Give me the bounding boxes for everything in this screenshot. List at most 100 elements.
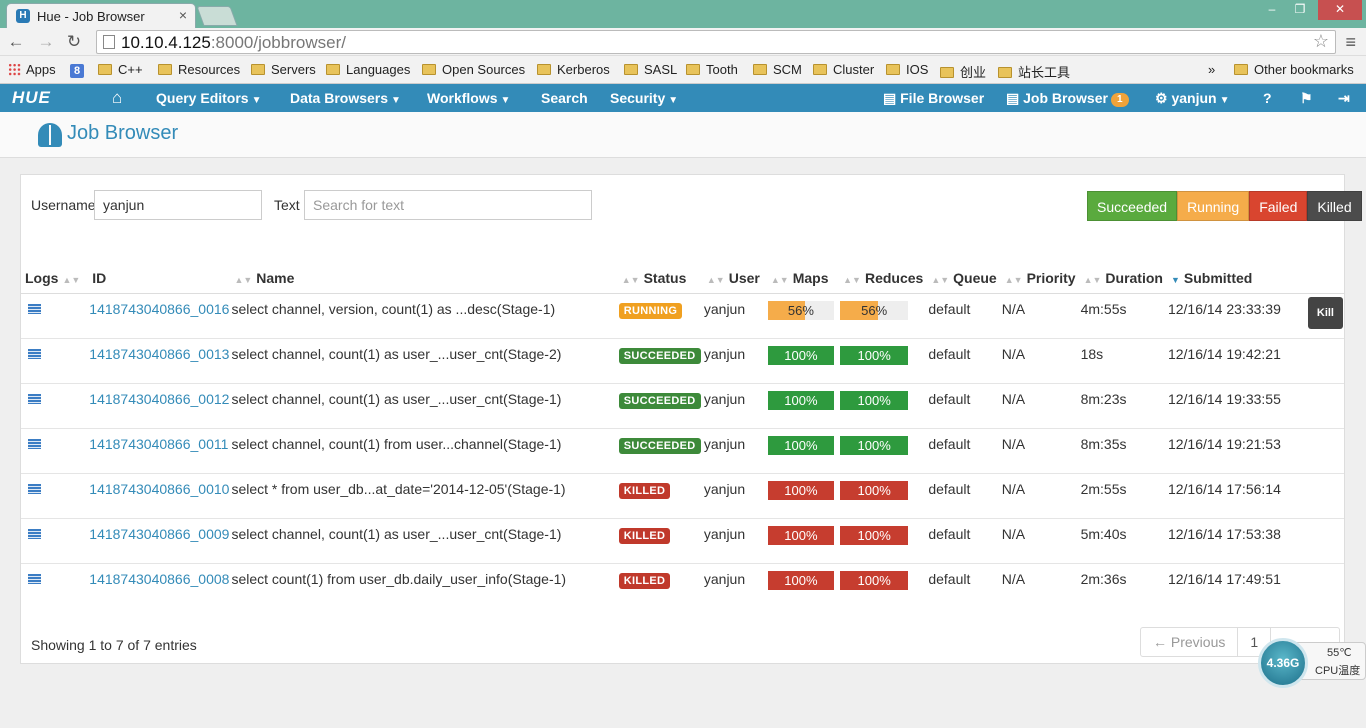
log-icon[interactable] bbox=[28, 348, 41, 359]
table-row[interactable]: 1418743040866_0013 select channel, count(… bbox=[21, 338, 1344, 384]
log-icon[interactable] bbox=[28, 528, 41, 539]
nav-user-menu[interactable]: ⚙ yanjun ▼ bbox=[1155, 90, 1229, 107]
address-bar[interactable]: 10.10.4.125:8000/jobbrowser/ ☆ bbox=[96, 30, 1336, 54]
previous-page-button[interactable]: ← Previous bbox=[1141, 628, 1239, 656]
cpu-temperature-widget[interactable]: 55℃ CPU温度 4.36G bbox=[1258, 638, 1366, 688]
nav-security[interactable]: Security ▼ bbox=[610, 90, 678, 106]
browser-tab[interactable]: H Hue - Job Browser × bbox=[6, 3, 196, 28]
log-cell[interactable] bbox=[21, 473, 89, 519]
nav-query-editors[interactable]: Query Editors ▼ bbox=[156, 90, 262, 106]
bookmark-languages[interactable]: Languages bbox=[326, 62, 410, 77]
job-id-link[interactable]: 1418743040866_0010 bbox=[89, 481, 229, 497]
minimize-icon[interactable]: – bbox=[1258, 0, 1286, 20]
col-duration[interactable]: ▲▼ Duration bbox=[1079, 263, 1167, 294]
id-cell[interactable]: 1418743040866_0012 bbox=[88, 383, 231, 429]
id-cell[interactable]: 1418743040866_0009 bbox=[88, 518, 231, 564]
help-icon[interactable]: ? bbox=[1263, 90, 1272, 106]
filter-killed-button[interactable]: Killed bbox=[1307, 191, 1362, 221]
id-cell[interactable]: 1418743040866_0010 bbox=[88, 473, 231, 519]
bookmark-label: Resources bbox=[178, 62, 241, 77]
bookmark-resources[interactable]: Resources bbox=[158, 62, 240, 77]
nav-job-browser[interactable]: ▤ Job Browser 1 bbox=[1006, 90, 1129, 107]
col-queue[interactable]: ▲▼ Queue bbox=[927, 263, 1001, 294]
job-id-link[interactable]: 1418743040866_0012 bbox=[89, 391, 229, 407]
bookmark-star-icon[interactable]: ☆ bbox=[1313, 31, 1329, 52]
bookmark-cpp[interactable]: C++ bbox=[98, 62, 143, 77]
log-cell[interactable] bbox=[21, 293, 89, 339]
username-input[interactable]: yanjun bbox=[94, 190, 262, 220]
filter-failed-button[interactable]: Failed bbox=[1249, 191, 1308, 221]
window-close-icon[interactable]: ✕ bbox=[1318, 0, 1362, 20]
bookmark-chuangye[interactable]: 创业 bbox=[940, 62, 986, 81]
bookmark-servers[interactable]: Servers bbox=[251, 62, 316, 77]
log-cell[interactable] bbox=[21, 518, 89, 564]
tab-close-icon[interactable]: × bbox=[179, 7, 187, 23]
table-row[interactable]: 1418743040866_0011 select channel, count(… bbox=[21, 428, 1344, 474]
filter-succeeded-button[interactable]: Succeeded bbox=[1087, 191, 1178, 221]
log-icon[interactable] bbox=[28, 303, 41, 314]
id-cell[interactable]: 1418743040866_0011 bbox=[88, 428, 231, 474]
text-search-input[interactable]: Search for text bbox=[304, 190, 592, 220]
bookmark-google[interactable]: 8 bbox=[70, 62, 84, 78]
col-priority[interactable]: ▲▼ Priority bbox=[1000, 263, 1080, 294]
hue-logo[interactable]: HUE bbox=[12, 88, 51, 108]
job-id-link[interactable]: 1418743040866_0008 bbox=[89, 571, 229, 587]
bookmark-tooth[interactable]: Tooth bbox=[686, 62, 738, 77]
back-arrow-icon[interactable]: ← bbox=[6, 32, 26, 52]
table-row[interactable]: 1418743040866_0010 select * from user_db.… bbox=[21, 473, 1344, 519]
col-submitted[interactable]: ▼ Submitted bbox=[1166, 263, 1307, 294]
job-id-link[interactable]: 1418743040866_0013 bbox=[89, 346, 229, 362]
table-row[interactable]: 1418743040866_0016 select channel, versio… bbox=[21, 293, 1344, 339]
bookmark-zhanzhang[interactable]: 站长工具 bbox=[998, 62, 1070, 81]
log-cell[interactable] bbox=[21, 383, 89, 429]
bookmark-ios[interactable]: IOS bbox=[886, 62, 928, 77]
bookmark-open-sources[interactable]: Open Sources bbox=[422, 62, 525, 77]
home-icon[interactable]: ⌂ bbox=[112, 88, 122, 108]
job-id-link[interactable]: 1418743040866_0016 bbox=[89, 301, 229, 317]
col-logs[interactable]: Logs ▲▼ bbox=[21, 263, 89, 294]
logout-icon[interactable]: ⇥ bbox=[1338, 90, 1350, 107]
col-user[interactable]: ▲▼ User bbox=[702, 263, 767, 294]
bookmark-scm[interactable]: SCM bbox=[753, 62, 802, 77]
col-name[interactable]: ▲▼ Name bbox=[230, 263, 618, 294]
col-maps[interactable]: ▲▼ Maps bbox=[766, 263, 840, 294]
kill-button[interactable]: Kill bbox=[1307, 296, 1343, 329]
table-row[interactable]: 1418743040866_0012 select channel, count(… bbox=[21, 383, 1344, 429]
table-row[interactable]: 1418743040866_0008 select count(1) from u… bbox=[21, 563, 1344, 608]
maximize-icon[interactable]: ❐ bbox=[1286, 0, 1314, 20]
id-cell[interactable]: 1418743040866_0008 bbox=[88, 563, 230, 608]
bookmark-apps[interactable]: Apps bbox=[8, 62, 56, 77]
bookmark-other[interactable]: Other bookmarks bbox=[1234, 62, 1354, 77]
log-cell[interactable] bbox=[21, 338, 89, 384]
flag-icon[interactable]: ⚑ bbox=[1300, 90, 1313, 107]
id-cell[interactable]: 1418743040866_0016 bbox=[88, 293, 231, 339]
bookmark-kerberos[interactable]: Kerberos bbox=[537, 62, 610, 77]
forward-arrow-icon[interactable]: → bbox=[36, 32, 56, 52]
nav-workflows[interactable]: Workflows ▼ bbox=[427, 90, 510, 106]
filter-running-button[interactable]: Running bbox=[1177, 191, 1250, 221]
bookmarks-overflow-chevron[interactable]: » bbox=[1208, 62, 1215, 77]
menu-icon[interactable]: ≡ bbox=[1345, 32, 1356, 53]
url-host: 10.10.4.125 bbox=[121, 33, 211, 52]
nav-data-browsers[interactable]: Data Browsers ▼ bbox=[290, 90, 401, 106]
log-icon[interactable] bbox=[28, 573, 41, 584]
reload-icon[interactable]: ↻ bbox=[64, 32, 84, 52]
log-icon[interactable] bbox=[28, 483, 41, 494]
log-cell[interactable] bbox=[21, 563, 88, 608]
log-cell[interactable] bbox=[21, 428, 89, 474]
id-cell[interactable]: 1418743040866_0013 bbox=[88, 338, 231, 384]
nav-file-browser[interactable]: ▤ File Browser bbox=[883, 90, 984, 107]
log-icon[interactable] bbox=[28, 438, 41, 449]
job-id-link[interactable]: 1418743040866_0011 bbox=[89, 436, 228, 452]
log-icon[interactable] bbox=[28, 393, 41, 404]
job-id-link[interactable]: 1418743040866_0009 bbox=[89, 526, 229, 542]
new-tab-button[interactable] bbox=[196, 6, 238, 26]
bookmark-cluster[interactable]: Cluster bbox=[813, 62, 874, 77]
bookmark-sasl[interactable]: SASL bbox=[624, 62, 677, 77]
col-status[interactable]: ▲▼ Status bbox=[617, 263, 703, 294]
nav-search[interactable]: Search bbox=[541, 90, 588, 106]
col-reduces[interactable]: ▲▼ Reduces bbox=[839, 263, 928, 294]
url-text[interactable]: 10.10.4.125:8000/jobbrowser/ bbox=[121, 33, 346, 53]
table-row[interactable]: 1418743040866_0009 select channel, count(… bbox=[21, 518, 1344, 564]
col-id[interactable]: ID bbox=[88, 263, 231, 294]
